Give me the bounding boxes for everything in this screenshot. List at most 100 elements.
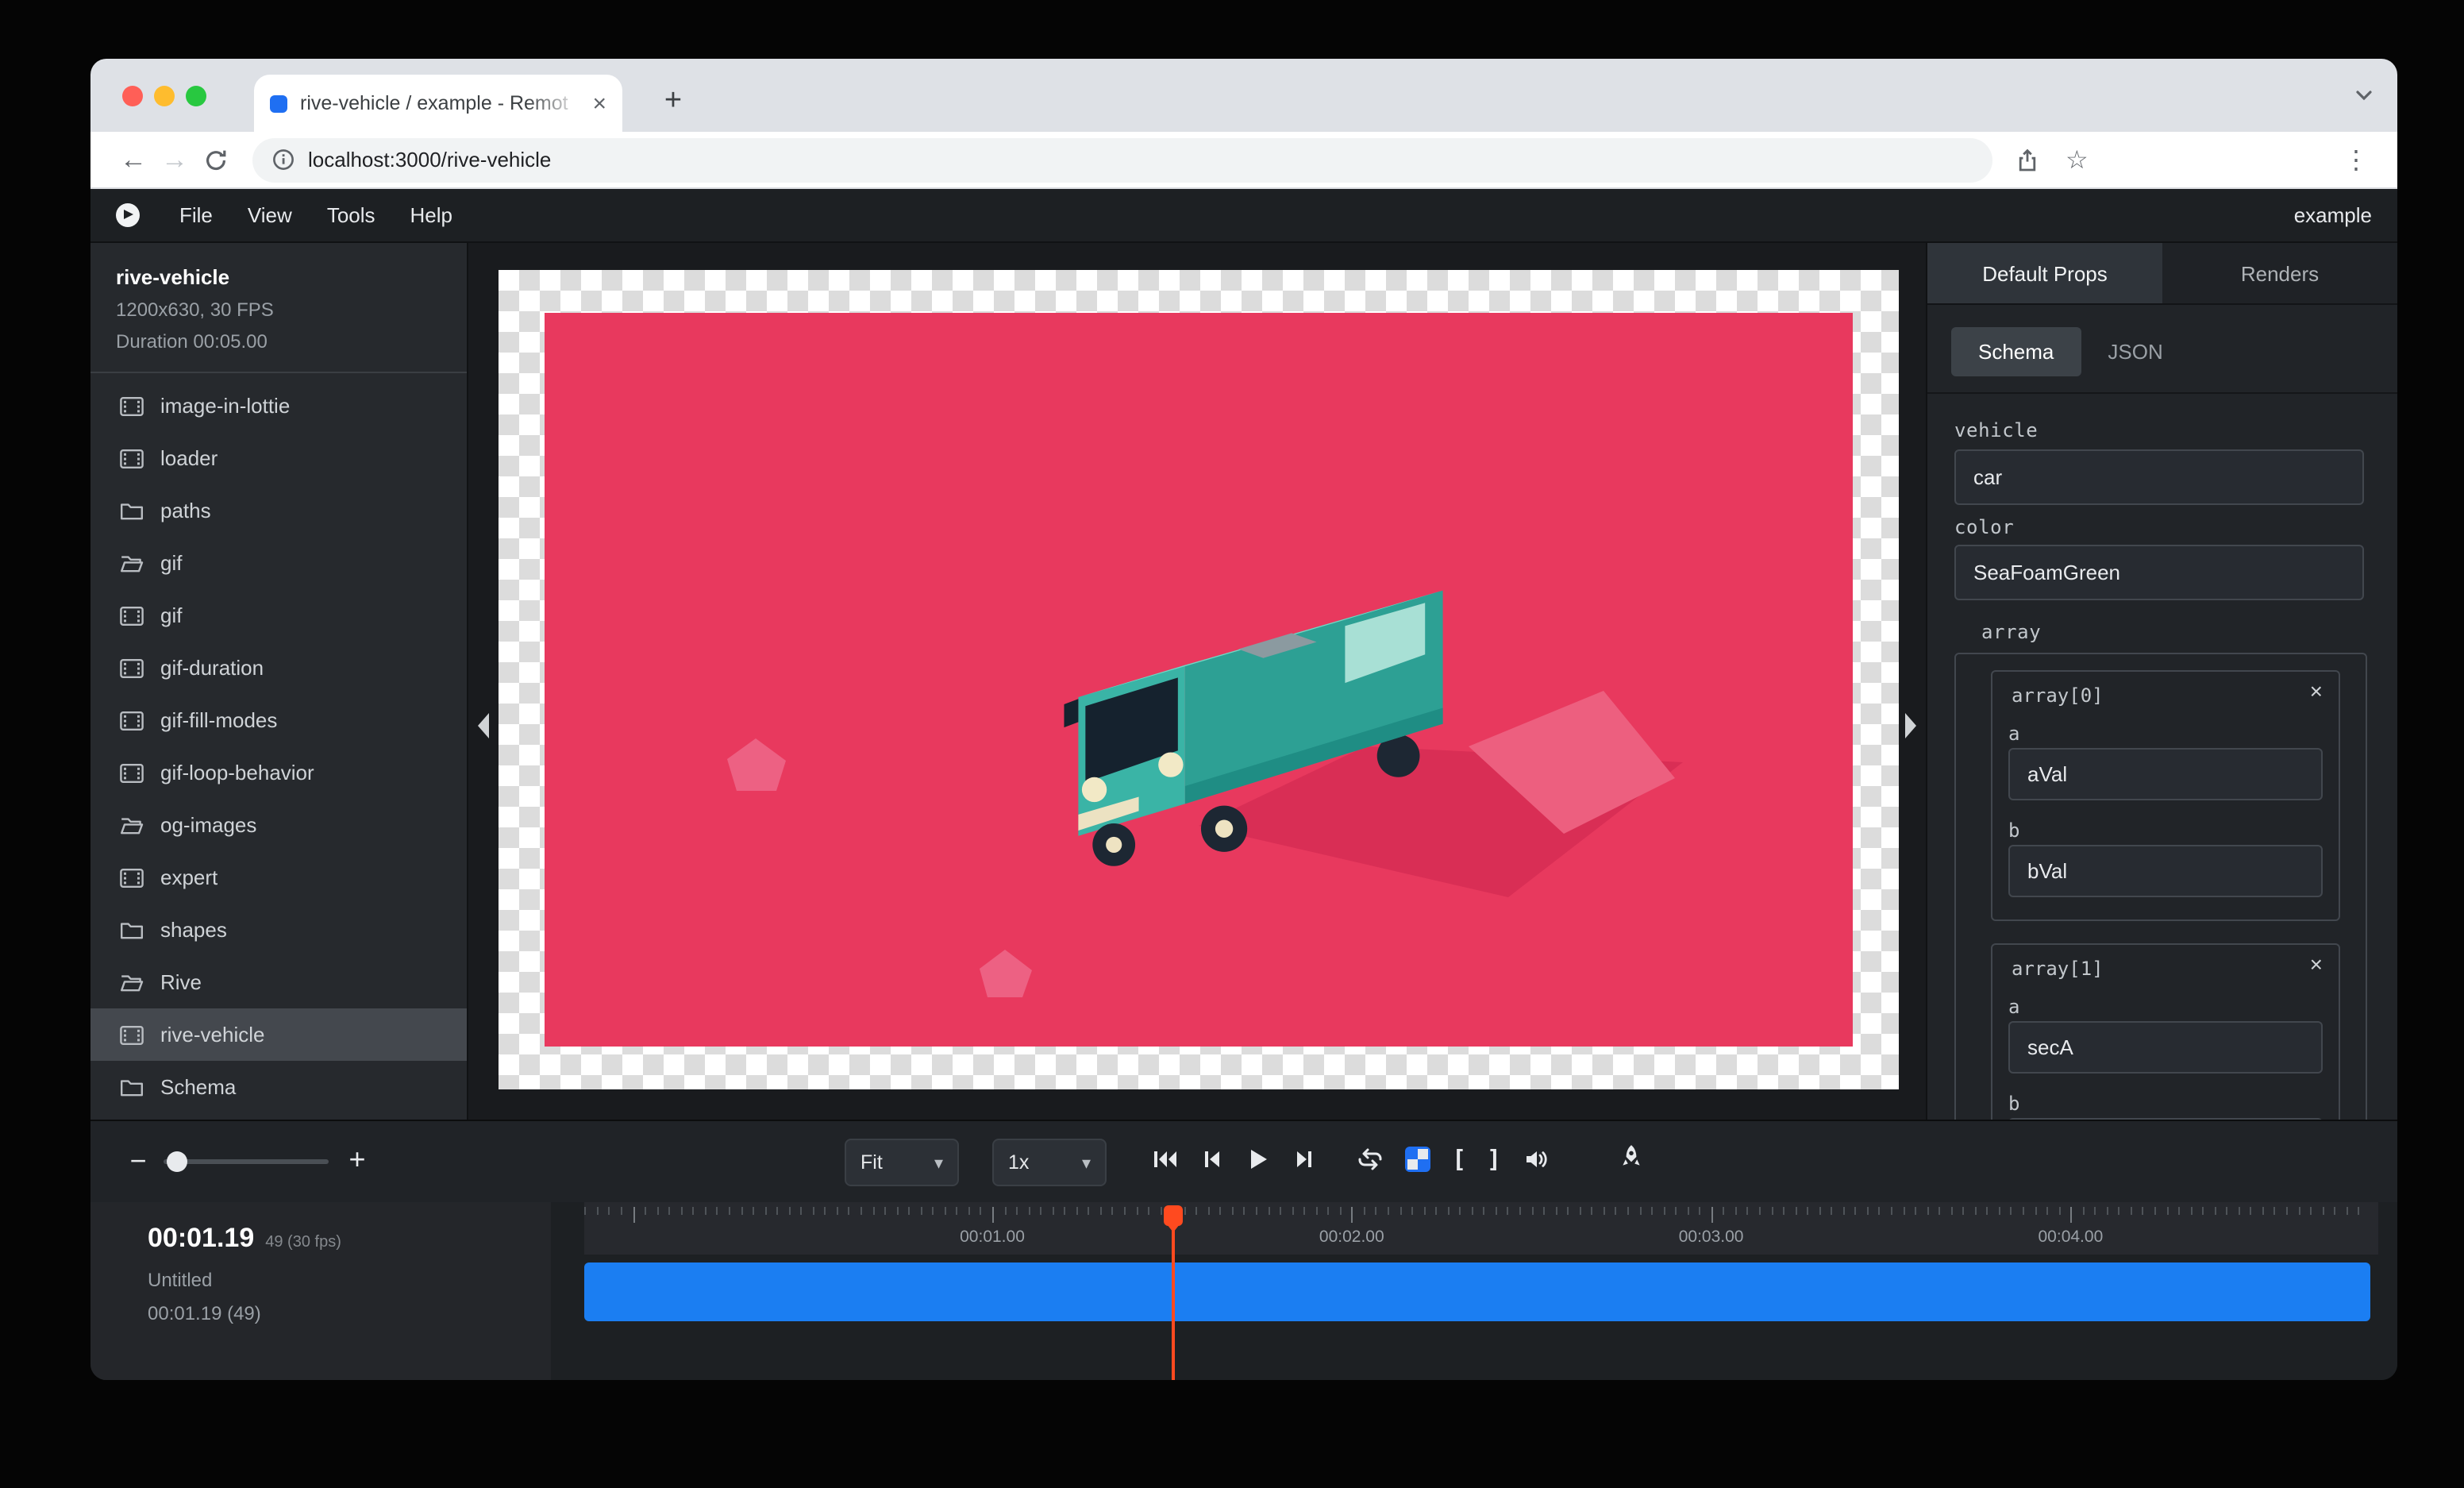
sidebar-item-label: gif xyxy=(160,551,182,575)
tab-search-chevron-icon[interactable] xyxy=(2353,84,2375,114)
playhead-handle[interactable] xyxy=(1164,1205,1183,1226)
timeline-track-bar[interactable] xyxy=(584,1262,2370,1321)
film-icon xyxy=(119,655,144,680)
zoom-slider-knob[interactable] xyxy=(167,1151,187,1172)
ruler-tick xyxy=(1028,1207,1030,1215)
sidebar-item[interactable]: paths xyxy=(90,484,467,537)
ruler-tick xyxy=(1315,1207,1317,1215)
fit-select-value: Fit xyxy=(860,1151,883,1174)
ruler-tick xyxy=(1519,1207,1521,1215)
sidebar-item[interactable]: gif xyxy=(90,589,467,642)
ruler-tick xyxy=(1592,1207,1593,1215)
sidebar-item[interactable]: Schema xyxy=(90,1061,467,1113)
vehicle-input[interactable]: car xyxy=(1954,449,2364,505)
minimize-window-button[interactable] xyxy=(154,86,175,106)
folder-icon xyxy=(119,498,144,523)
ruler-tick xyxy=(1903,1207,1904,1215)
url-input[interactable]: localhost:3000/rive-vehicle xyxy=(252,137,1992,182)
reload-button[interactable] xyxy=(195,139,237,180)
ruler-tick xyxy=(585,1207,587,1215)
sidebar-item[interactable]: gif-loop-behavior xyxy=(90,746,467,799)
skip-to-start-button[interactable] xyxy=(1151,1147,1180,1172)
new-tab-button[interactable]: + xyxy=(649,78,697,125)
zoom-window-button[interactable] xyxy=(186,86,206,106)
sidebar-item[interactable]: og-images xyxy=(90,799,467,851)
menu-view[interactable]: View xyxy=(230,203,310,227)
field-a-input[interactable]: secA xyxy=(2008,1021,2323,1074)
field-a-input[interactable]: aVal xyxy=(2008,748,2323,800)
app-logo-icon xyxy=(116,203,140,227)
in-point-button[interactable]: [ xyxy=(1451,1145,1467,1174)
browser-window: rive-vehicle / example - Remot × + ← → l… xyxy=(90,59,2397,1380)
ruler-tick xyxy=(2095,1207,2096,1215)
sidebar-item[interactable]: image-in-lottie xyxy=(90,380,467,432)
browser-menu-icon[interactable]: ⋮ xyxy=(2337,144,2375,175)
mute-button[interactable] xyxy=(1521,1147,1550,1172)
ruler-tick xyxy=(1388,1207,1389,1215)
ruler-tick xyxy=(1435,1207,1437,1215)
color-input[interactable]: SeaFoamGreen xyxy=(1954,545,2364,600)
ruler-tick xyxy=(849,1207,850,1215)
sidebar-item[interactable]: rive-vehicle xyxy=(90,1008,467,1061)
menu-tools[interactable]: Tools xyxy=(310,203,393,227)
sidebar-item-label: loader xyxy=(160,446,218,470)
zoom-out-button[interactable]: − xyxy=(122,1143,154,1178)
sidebar-item[interactable]: shapes xyxy=(90,904,467,956)
zoom-slider[interactable] xyxy=(164,1159,329,1164)
close-window-button[interactable] xyxy=(122,86,143,106)
ruler-tick xyxy=(1555,1207,1557,1215)
ruler-tick xyxy=(1496,1207,1497,1215)
bookmark-star-icon[interactable]: ☆ xyxy=(2066,144,2089,175)
remove-array-item-1-button[interactable]: × xyxy=(2310,951,2323,977)
tab-default-props[interactable]: Default Props xyxy=(1927,243,2162,303)
sidebar-item[interactable]: loader xyxy=(90,432,467,484)
collapse-right-panel-icon[interactable] xyxy=(1905,713,1916,738)
loop-button[interactable] xyxy=(1356,1147,1384,1172)
zoom-in-button[interactable]: + xyxy=(341,1142,373,1177)
checkerboard-icon xyxy=(1405,1147,1430,1172)
film-icon xyxy=(119,445,144,471)
ruler-tick xyxy=(2082,1207,2084,1215)
ruler-tick xyxy=(2190,1207,2192,1215)
ruler-tick xyxy=(1580,1207,1581,1215)
transparency-checkerboard-button[interactable] xyxy=(1403,1147,1432,1172)
forward-button[interactable]: → xyxy=(154,139,195,180)
ruler-tick xyxy=(705,1207,706,1215)
skip-to-end-button[interactable] xyxy=(1289,1147,1318,1172)
ruler-tick xyxy=(1076,1207,1078,1215)
render-button[interactable] xyxy=(1618,1143,1645,1170)
remove-array-item-0-button[interactable]: × xyxy=(2310,678,2323,704)
skip-to-end-icon xyxy=(1291,1147,1316,1172)
fit-select[interactable]: Fit ▾ xyxy=(845,1139,959,1186)
tab-close-button[interactable]: × xyxy=(592,90,606,117)
subtab-schema[interactable]: Schema xyxy=(1951,327,2081,376)
previous-frame-button[interactable] xyxy=(1197,1147,1226,1172)
share-icon[interactable] xyxy=(2015,147,2040,172)
timeline-ruler[interactable]: 00:01.0000:02.0000:03.0000:04.00 xyxy=(584,1202,2378,1255)
sidebar-item[interactable]: Rive xyxy=(90,956,467,1008)
playback-speed-select[interactable]: 1x ▾ xyxy=(992,1139,1107,1186)
sidebar-item[interactable]: expert xyxy=(90,851,467,904)
browser-tab[interactable]: rive-vehicle / example - Remot × xyxy=(254,75,622,132)
subtab-json[interactable]: JSON xyxy=(2081,327,2189,376)
array-fieldset: array[0] × a aVal b bVal array[1] × a se… xyxy=(1954,653,2367,1120)
site-info-icon[interactable] xyxy=(271,148,295,172)
ruler-tick xyxy=(1256,1207,1257,1215)
play-button[interactable] xyxy=(1243,1147,1272,1172)
sidebar-item[interactable]: gif xyxy=(90,537,467,589)
vehicle-animation-frame xyxy=(545,313,1853,1047)
ruler-tick xyxy=(980,1207,982,1215)
ruler-tick xyxy=(1699,1207,1700,1215)
ruler-tick xyxy=(837,1207,838,1215)
sidebar-item[interactable]: gif-fill-modes xyxy=(90,694,467,746)
collapse-left-panel-icon[interactable] xyxy=(478,713,489,738)
menu-file[interactable]: File xyxy=(162,203,230,227)
ruler-label: 00:03.00 xyxy=(1679,1228,1744,1247)
menu-help[interactable]: Help xyxy=(393,203,471,227)
back-button[interactable]: ← xyxy=(113,139,154,180)
out-point-button[interactable]: ] xyxy=(1486,1145,1502,1174)
playhead-line xyxy=(1172,1226,1175,1380)
sidebar-item[interactable]: gif-duration xyxy=(90,642,467,694)
field-b-input[interactable]: bVal xyxy=(2008,845,2323,897)
tab-renders[interactable]: Renders xyxy=(2162,243,2397,303)
